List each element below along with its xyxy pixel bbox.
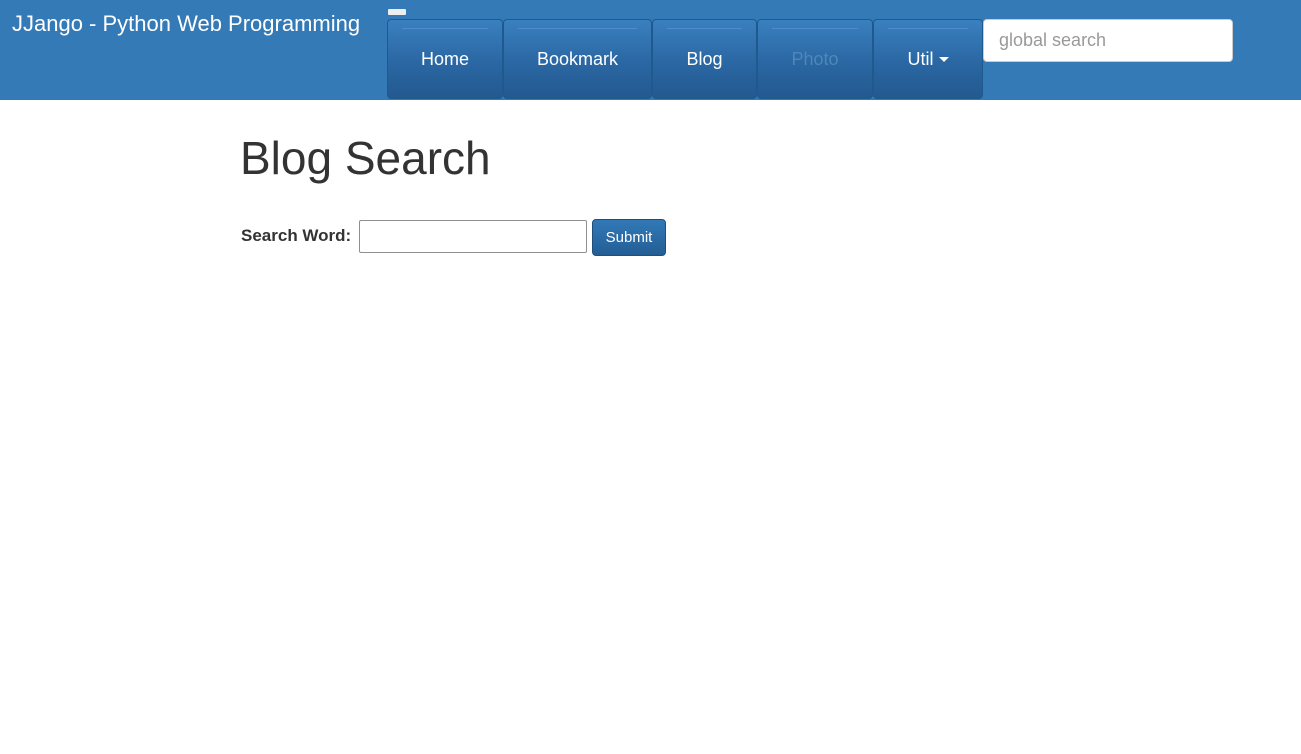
navbar: JJango - Python Web Programming Home Boo… — [0, 0, 1301, 100]
nav-item-util-dropdown[interactable]: Util — [873, 19, 983, 99]
submit-button[interactable]: Submit — [592, 219, 666, 256]
global-search-input[interactable] — [983, 19, 1233, 62]
nav-item-label: Home — [420, 48, 469, 69]
search-word-input[interactable] — [359, 220, 587, 253]
nav-item-label: Bookmark — [536, 48, 619, 69]
nav-item-label: Util — [907, 48, 934, 69]
nav-item-label: Photo — [791, 48, 839, 69]
brand-link[interactable]: JJango - Python Web Programming — [12, 11, 360, 37]
nav-item-label: Blog — [686, 48, 723, 69]
caret-down-icon — [938, 56, 949, 62]
page-title: Blog Search — [240, 132, 491, 184]
menu-toggle-icon[interactable] — [388, 9, 406, 15]
nav-item-photo: Photo — [757, 19, 873, 99]
nav-item-blog[interactable]: Blog — [652, 19, 757, 99]
search-word-label: Search Word: — [241, 226, 352, 245]
nav-item-bookmark[interactable]: Bookmark — [503, 19, 652, 99]
nav-item-home[interactable]: Home — [387, 19, 503, 99]
